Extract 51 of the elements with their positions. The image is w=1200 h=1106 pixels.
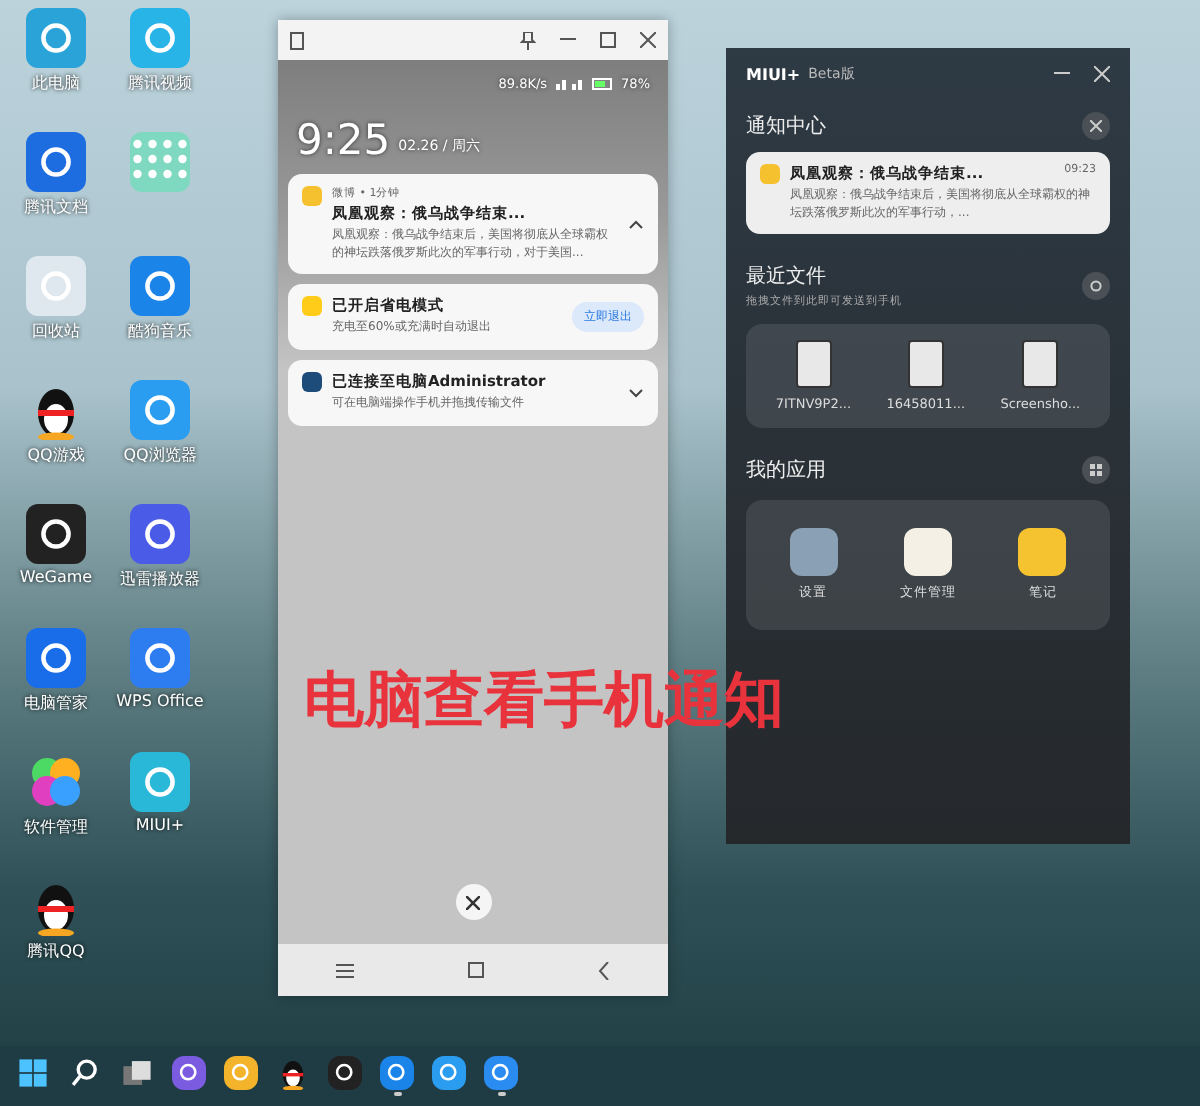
maximize-icon[interactable] bbox=[600, 32, 616, 48]
signal-icon bbox=[555, 78, 584, 90]
expand-chevron-icon[interactable] bbox=[628, 383, 644, 402]
taskbar-button[interactable] bbox=[224, 1056, 258, 1096]
desktop-icon-label[interactable]: WPS Office bbox=[116, 692, 204, 710]
refresh-button[interactable] bbox=[1082, 271, 1110, 300]
clear-button[interactable] bbox=[1082, 112, 1110, 140]
grid-icon bbox=[1090, 464, 1102, 477]
desktop-icon-label[interactable]: MIUI+ bbox=[135, 816, 185, 834]
taskbar-button[interactable] bbox=[380, 1056, 414, 1096]
clock-time: 9:25 bbox=[296, 116, 391, 164]
desktop-icon-label[interactable]: 软件管理 bbox=[24, 816, 88, 838]
close-icon bbox=[1090, 120, 1102, 132]
back-icon[interactable] bbox=[598, 961, 611, 979]
menu-icon[interactable] bbox=[335, 963, 354, 977]
sidebar-icon[interactable] bbox=[290, 31, 304, 49]
running-indicator bbox=[497, 1092, 505, 1096]
desktop-icon-label[interactable]: 电脑管家 bbox=[24, 692, 88, 714]
grid-button[interactable] bbox=[1082, 456, 1110, 485]
home-icon[interactable] bbox=[467, 962, 484, 978]
refresh-icon bbox=[1090, 279, 1102, 292]
close-icon bbox=[466, 895, 480, 909]
taskbar-button[interactable] bbox=[328, 1056, 362, 1096]
section-heading: 最近文件 bbox=[746, 263, 828, 291]
flower-icon bbox=[26, 752, 86, 812]
dot-grid-icon bbox=[130, 132, 190, 192]
taskbar-button[interactable] bbox=[484, 1056, 518, 1096]
desktop-icon-label[interactable]: QQ浏览器 bbox=[123, 444, 197, 466]
taskbar-button[interactable] bbox=[172, 1056, 206, 1096]
battery-icon bbox=[591, 78, 614, 90]
desktop-icon-label[interactable]: 迅雷播放器 bbox=[120, 568, 200, 590]
section-heading: 通知中心 bbox=[746, 113, 826, 140]
minimize-icon[interactable] bbox=[560, 38, 576, 42]
collapse-chevron-icon[interactable] bbox=[628, 215, 644, 234]
task-view-icon bbox=[120, 1056, 154, 1090]
minimize-icon[interactable] bbox=[1054, 72, 1070, 76]
pin-icon[interactable] bbox=[520, 31, 536, 49]
desktop-icon-label[interactable]: 腾讯QQ bbox=[27, 940, 85, 962]
close-button[interactable] bbox=[455, 884, 491, 920]
close-icon[interactable] bbox=[640, 32, 656, 48]
file-thumbnail[interactable] bbox=[1022, 340, 1059, 389]
running-indicator bbox=[393, 1092, 401, 1096]
windows-logo-icon bbox=[16, 1056, 50, 1090]
desktop-icon-label[interactable]: WeGame bbox=[19, 568, 93, 586]
taskbar-button[interactable] bbox=[432, 1056, 466, 1096]
file-thumbnail[interactable] bbox=[907, 340, 944, 389]
search-icon bbox=[68, 1056, 102, 1090]
section-heading: 我的应用 bbox=[746, 457, 826, 485]
file-thumbnail[interactable] bbox=[795, 340, 832, 389]
desktop-icon-label[interactable]: QQ游戏 bbox=[27, 444, 85, 466]
app-title: MIUI+ bbox=[746, 65, 801, 83]
